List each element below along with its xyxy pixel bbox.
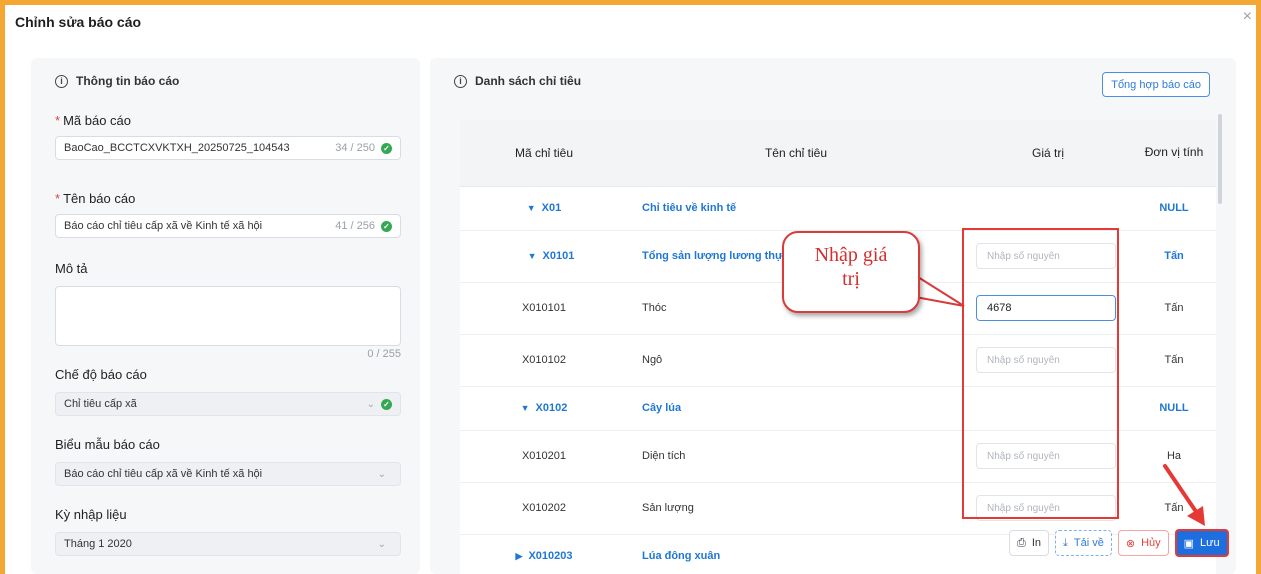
report-template-value: Báo cáo chỉ tiêu cấp xã về Kinh tế xã hộ… — [64, 468, 263, 480]
modal-title: Chỉnh sửa báo cáo — [15, 14, 142, 30]
row-value — [964, 186, 1132, 231]
col-header-code: Mã chỉ tiêu — [460, 120, 628, 187]
action-bar: ⎙ In ⤓ Tải về ⊗ Hủy ▣ Lưu — [1009, 529, 1229, 557]
row-unit: Tấn — [1132, 334, 1216, 387]
row-unit: Tấn — [1132, 230, 1216, 283]
print-button[interactable]: ⎙ In — [1009, 530, 1049, 556]
indicator-list-title: Danh sách chỉ tiêu — [475, 74, 582, 88]
download-icon: ⤓ — [1063, 536, 1068, 549]
row-name: Chỉ tiêu về kinh tế — [628, 186, 964, 231]
row-code: X010101 — [460, 282, 628, 335]
row-code: X010102 — [460, 334, 628, 387]
save-icon: ▣ — [1183, 537, 1195, 550]
report-code-input[interactable]: BaoCao_BCCTCXVKTXH_20250725_104543 34 / … — [55, 136, 401, 160]
table-header-row: Mã chỉ tiêu Tên chỉ tiêu Giá trị Đơn vị … — [460, 120, 1216, 187]
save-button[interactable]: ▣ Lưu — [1174, 529, 1229, 557]
description-textarea[interactable] — [55, 286, 401, 346]
report-code-label: * Mã báo cáo — [55, 113, 131, 128]
report-code-count: 34 / 250 — [335, 142, 375, 154]
download-label: Tải về — [1073, 537, 1104, 549]
row-unit: NULL — [1132, 386, 1216, 431]
vertical-scrollbar[interactable] — [1218, 114, 1222, 204]
caret-down-icon[interactable]: ▼ — [527, 203, 536, 213]
row-code: X010202 — [460, 482, 628, 535]
row-code[interactable]: ▶ X010203 — [460, 534, 628, 574]
chevron-down-icon: ⌄ — [366, 398, 375, 410]
printer-icon: ⎙ — [1017, 536, 1026, 549]
col-header-value: Giá trị — [964, 120, 1132, 187]
chevron-down-icon: ⌄ — [377, 468, 386, 480]
report-mode-value: Chỉ tiêu cấp xã — [64, 398, 137, 410]
callout-line-2: trị — [842, 268, 860, 290]
info-icon: i — [55, 74, 68, 88]
row-code[interactable]: ▼ X01 — [460, 186, 628, 231]
cancel-button[interactable]: ⊗ Hủy — [1117, 530, 1169, 556]
download-button[interactable]: ⤓ Tải về — [1055, 530, 1112, 556]
save-label: Lưu — [1200, 537, 1220, 549]
col-header-unit: Đơn vị tính — [1132, 120, 1216, 187]
row-code: X010201 — [460, 430, 628, 483]
indicator-list-header: i Danh sách chỉ tiêu — [454, 74, 581, 88]
report-name-count: 41 / 256 — [335, 220, 375, 232]
input-period-select[interactable]: Tháng 1 2020 ⌄ — [55, 532, 401, 556]
print-label: In — [1031, 537, 1041, 549]
info-icon: i — [454, 74, 467, 88]
close-icon[interactable]: × — [1243, 9, 1252, 25]
report-template-label: Biểu mẫu báo cáo — [55, 437, 160, 452]
report-info-panel: i Thông tin báo cáo * Mã báo cáo BaoCao_B… — [31, 58, 420, 574]
enter-value-callout: Nhập giá trị — [782, 231, 920, 313]
row-name: Diện tích — [628, 430, 964, 483]
caret-right-icon[interactable]: ▶ — [516, 551, 523, 561]
row-name: Ngô — [628, 334, 964, 387]
chevron-down-icon: ⌄ — [377, 538, 386, 550]
row-unit: Tấn — [1132, 282, 1216, 335]
check-circle-icon: ✓ — [381, 142, 392, 154]
input-period-value: Tháng 1 2020 — [64, 538, 132, 550]
row-name: Cây lúa — [628, 386, 964, 431]
report-code-value: BaoCao_BCCTCXVKTXH_20250725_104543 — [64, 142, 290, 154]
row-name: Lúa đông xuân — [628, 534, 964, 574]
caret-down-icon[interactable]: ▼ — [528, 251, 537, 261]
row-code[interactable]: ▼ X0101 — [460, 230, 628, 283]
report-name-value: Báo cáo chỉ tiêu cấp xã về Kinh tế xã hộ… — [64, 220, 263, 232]
report-info-title: Thông tin báo cáo — [76, 74, 180, 88]
row-unit: NULL — [1132, 186, 1216, 231]
description-label: Mô tả — [55, 261, 88, 276]
summarize-report-button[interactable]: Tổng hợp báo cáo — [1102, 72, 1210, 97]
table-row: ▼ X01 Chỉ tiêu về kinh tế NULL — [460, 186, 1216, 231]
row-name: Sản lượng — [628, 482, 964, 535]
report-name-label: * Tên báo cáo — [55, 191, 136, 206]
check-circle-icon: ✓ — [381, 398, 392, 410]
report-info-header: i Thông tin báo cáo — [55, 74, 179, 88]
report-name-input[interactable]: Báo cáo chỉ tiêu cấp xã về Kinh tế xã hộ… — [55, 214, 401, 238]
row-code[interactable]: ▼ X0102 — [460, 386, 628, 431]
value-column-highlight — [962, 228, 1119, 519]
cancel-label: Hủy — [1141, 537, 1161, 549]
col-header-name: Tên chỉ tiêu — [628, 120, 964, 187]
report-mode-select[interactable]: Chỉ tiêu cấp xã ⌄ ✓ — [55, 392, 401, 416]
red-arrow-icon — [1163, 464, 1205, 526]
caret-down-icon[interactable]: ▼ — [521, 403, 530, 413]
check-circle-icon: ✓ — [381, 220, 392, 232]
report-mode-label: Chế độ báo cáo — [55, 367, 147, 382]
close-circle-icon: ⊗ — [1125, 537, 1136, 550]
report-template-select[interactable]: Báo cáo chỉ tiêu cấp xã về Kinh tế xã hộ… — [55, 462, 401, 486]
description-count: 0 / 255 — [367, 348, 401, 360]
callout-line-1: Nhập giá — [814, 244, 888, 266]
input-period-label: Kỳ nhập liệu — [55, 507, 127, 522]
